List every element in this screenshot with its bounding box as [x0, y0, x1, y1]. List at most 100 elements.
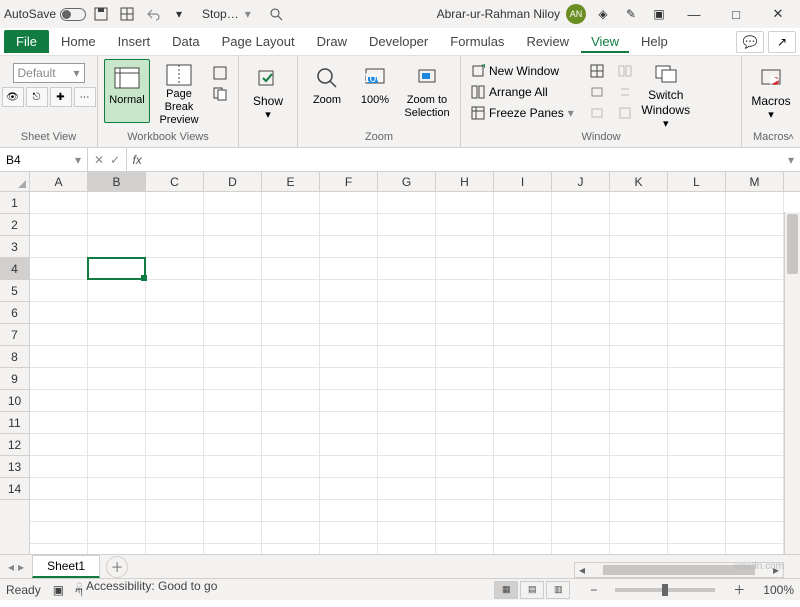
macros-button[interactable]: ▶ Macros▾: [748, 59, 794, 123]
row-header[interactable]: 13: [0, 456, 29, 478]
expand-formula-bar-icon[interactable]: ▾: [782, 148, 800, 171]
show-button[interactable]: Show▾: [245, 59, 291, 123]
column-header[interactable]: E: [262, 172, 320, 191]
ribbon-display-icon[interactable]: ▣: [648, 3, 670, 25]
autosave-toggle[interactable]: AutoSave: [4, 7, 86, 21]
zoom-100-button[interactable]: 100 100%: [352, 59, 398, 123]
column-header[interactable]: K: [610, 172, 668, 191]
reset-window-button[interactable]: [614, 103, 636, 123]
file-name-hint[interactable]: Stop…: [202, 7, 239, 21]
sheet-nav-next-icon[interactable]: ▸: [18, 560, 24, 574]
hscroll-left-icon[interactable]: ◂: [575, 563, 589, 577]
accept-formula-icon[interactable]: ✓: [110, 153, 120, 167]
row-header[interactable]: 12: [0, 434, 29, 456]
row-header[interactable]: 2: [0, 214, 29, 236]
cancel-formula-icon[interactable]: ✕: [94, 153, 104, 167]
tab-home[interactable]: Home: [51, 30, 106, 53]
zoom-slider[interactable]: [615, 588, 715, 592]
page-break-preview-button[interactable]: Page Break Preview: [152, 59, 206, 123]
row-header[interactable]: 4: [0, 258, 29, 280]
tab-page-layout[interactable]: Page Layout: [212, 30, 305, 53]
custom-views-button[interactable]: [208, 84, 232, 104]
zoom-in-icon[interactable]: ＋: [733, 581, 745, 598]
tab-developer[interactable]: Developer: [359, 30, 438, 53]
sync-scroll-button[interactable]: [614, 82, 636, 102]
fx-icon[interactable]: fx: [127, 148, 147, 171]
cells-area[interactable]: [30, 192, 800, 554]
close-button[interactable]: ✕: [760, 0, 796, 28]
tab-file[interactable]: File: [4, 30, 49, 53]
accessibility-status[interactable]: ྐ Accessibility: Good to go: [76, 573, 217, 607]
select-all-button[interactable]: [0, 172, 30, 191]
zoom-button[interactable]: Zoom: [304, 59, 350, 123]
vertical-scrollbar[interactable]: [784, 212, 800, 554]
comments-button[interactable]: 💬: [736, 31, 764, 53]
tab-help[interactable]: Help: [631, 30, 678, 53]
row-header[interactable]: 11: [0, 412, 29, 434]
save-icon[interactable]: [90, 3, 112, 25]
tab-insert[interactable]: Insert: [108, 30, 161, 53]
view-page-break-icon[interactable]: ▥: [546, 581, 570, 599]
brush-icon[interactable]: ✎: [620, 3, 642, 25]
column-header[interactable]: C: [146, 172, 204, 191]
row-header[interactable]: 5: [0, 280, 29, 302]
collapse-ribbon-icon[interactable]: ˄: [788, 132, 794, 143]
zoom-out-icon[interactable]: −: [590, 583, 597, 597]
tab-view[interactable]: View: [581, 30, 629, 53]
row-header[interactable]: 3: [0, 236, 29, 258]
freeze-panes-button[interactable]: Freeze Panes ▾: [467, 103, 578, 123]
diamond-icon[interactable]: ◈: [592, 3, 614, 25]
qat-grid-icon[interactable]: [116, 3, 138, 25]
zoom-to-selection-button[interactable]: Zoom to Selection: [400, 59, 454, 123]
minimize-button[interactable]: —: [676, 0, 712, 28]
column-header[interactable]: G: [378, 172, 436, 191]
formula-input[interactable]: [147, 148, 782, 171]
zoom-level[interactable]: 100%: [763, 583, 794, 597]
view-normal-icon[interactable]: ▦: [494, 581, 518, 599]
qat-dropdown-icon[interactable]: ▾: [168, 3, 190, 25]
chevron-down-icon[interactable]: ▾: [245, 7, 251, 21]
arrange-all-button[interactable]: Arrange All: [467, 82, 578, 102]
column-header[interactable]: B: [88, 172, 146, 191]
new-window-button[interactable]: +New Window: [467, 61, 578, 81]
toggle-switch-icon[interactable]: [60, 8, 86, 21]
column-header[interactable]: D: [204, 172, 262, 191]
sheet-view-options-icon[interactable]: ⋯: [74, 87, 96, 107]
row-header[interactable]: 7: [0, 324, 29, 346]
macro-record-icon[interactable]: ▣: [53, 583, 64, 597]
split-button[interactable]: [586, 61, 608, 81]
maximize-button[interactable]: □: [718, 0, 754, 28]
row-header[interactable]: 9: [0, 368, 29, 390]
hscroll-thumb[interactable]: [603, 565, 755, 575]
normal-view-button[interactable]: Normal: [104, 59, 150, 123]
column-header[interactable]: M: [726, 172, 784, 191]
scroll-thumb[interactable]: [787, 214, 798, 274]
avatar[interactable]: AN: [566, 4, 586, 24]
tab-review[interactable]: Review: [516, 30, 579, 53]
search-icon[interactable]: [265, 3, 287, 25]
row-header[interactable]: 1: [0, 192, 29, 214]
tab-data[interactable]: Data: [162, 30, 209, 53]
unhide-button[interactable]: [586, 103, 608, 123]
view-page-layout-icon[interactable]: ▤: [520, 581, 544, 599]
row-header[interactable]: 14: [0, 478, 29, 500]
row-header[interactable]: 10: [0, 390, 29, 412]
sheet-nav-prev-icon[interactable]: ◂: [8, 560, 14, 574]
page-layout-button[interactable]: [208, 63, 232, 83]
column-header[interactable]: H: [436, 172, 494, 191]
column-header[interactable]: I: [494, 172, 552, 191]
sheet-view-exit-icon[interactable]: ⎋: [26, 87, 48, 107]
column-header[interactable]: A: [30, 172, 88, 191]
row-header[interactable]: 6: [0, 302, 29, 324]
sheet-view-keep-icon[interactable]: 👁: [2, 87, 24, 107]
sheet-view-new-icon[interactable]: ✚: [50, 87, 72, 107]
column-header[interactable]: F: [320, 172, 378, 191]
undo-icon[interactable]: [142, 3, 164, 25]
sheet-view-combo[interactable]: Default▾: [13, 63, 85, 83]
selected-cell[interactable]: [87, 257, 146, 280]
tab-draw[interactable]: Draw: [307, 30, 357, 53]
column-header[interactable]: L: [668, 172, 726, 191]
row-header[interactable]: 8: [0, 346, 29, 368]
view-side-by-side-button[interactable]: [614, 61, 636, 81]
switch-windows-button[interactable]: Switch Windows▾: [638, 59, 694, 123]
